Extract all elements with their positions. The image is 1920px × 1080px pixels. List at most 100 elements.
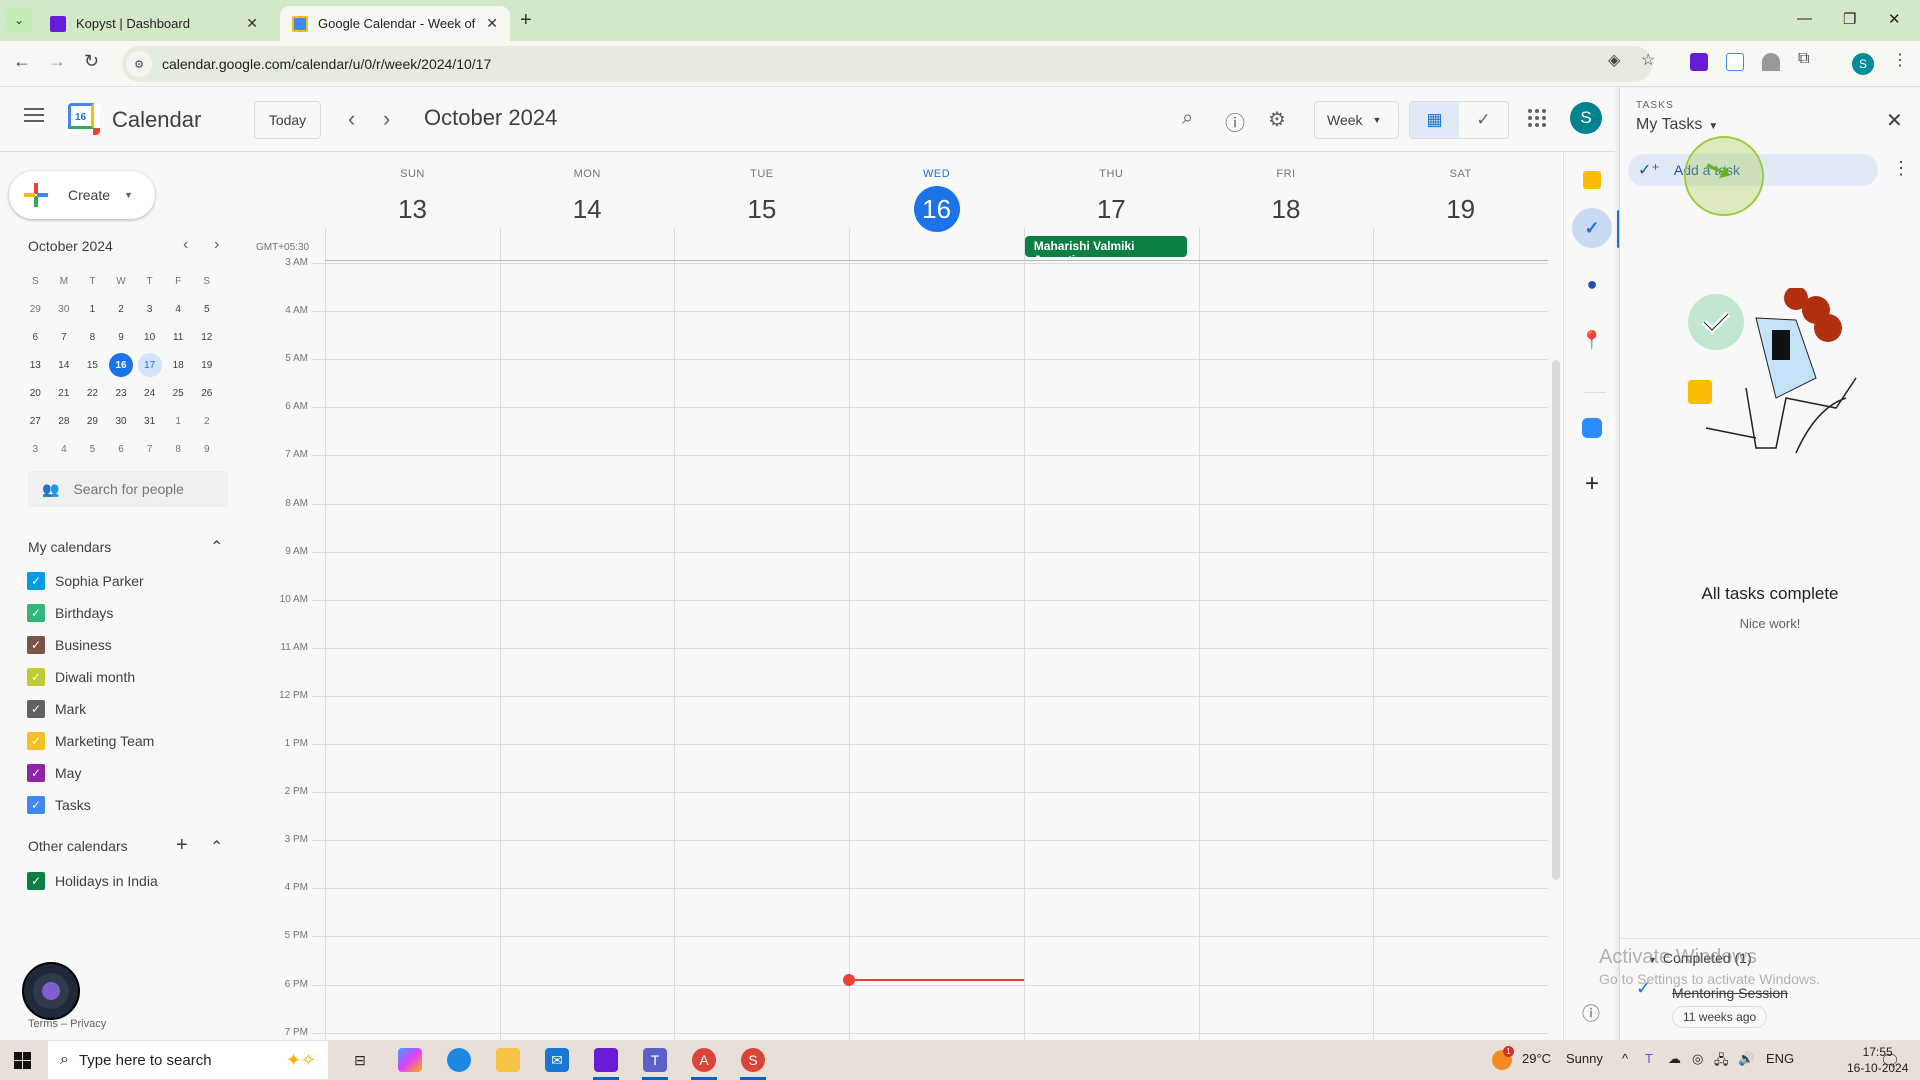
reload-button[interactable]: ↻ [84, 51, 99, 72]
calendar-item[interactable]: ✓ Tasks [27, 796, 91, 814]
mini-calendar-day[interactable]: 11 [164, 325, 193, 349]
calendar-checkbox[interactable]: ✓ [27, 700, 45, 718]
calendar-checkbox[interactable]: ✓ [27, 732, 45, 750]
weather-text[interactable]: Sunny [1566, 1051, 1603, 1066]
mini-calendar-prev-button[interactable]: ‹ [183, 236, 188, 254]
calendar-item[interactable]: ✓ Birthdays [27, 604, 113, 622]
site-info-icon[interactable]: ⚙ [126, 51, 152, 77]
view-switcher[interactable]: Week ▼ [1314, 101, 1399, 139]
tasks-icon[interactable]: ✓ [1572, 208, 1612, 248]
mini-calendar-day[interactable]: 29 [21, 297, 50, 321]
contacts-icon[interactable]: ● [1572, 264, 1612, 304]
kopyst-taskbar-icon[interactable] [594, 1048, 618, 1072]
assistant-bubble-button[interactable] [22, 962, 80, 1020]
day-header-thu[interactable]: THU 17 [1024, 168, 1199, 232]
day-number[interactable]: 14 [564, 186, 610, 232]
maps-icon[interactable]: 📍 [1572, 320, 1612, 360]
mini-calendar-next-button[interactable]: › [214, 236, 219, 254]
previous-week-button[interactable]: ‹ [348, 106, 355, 132]
restore-button[interactable]: ❐ [1843, 10, 1856, 28]
day-header-wed[interactable]: WED 16 [849, 168, 1024, 232]
mini-calendar-day[interactable]: 7 [135, 437, 164, 461]
edge-icon[interactable] [447, 1048, 471, 1072]
task-view-icon[interactable]: ⊟ [348, 1048, 372, 1072]
mini-calendar-day[interactable]: 27 [21, 409, 50, 433]
mini-calendar-day[interactable]: 17 [135, 353, 164, 377]
back-button[interactable]: ← [13, 51, 31, 72]
mini-calendar-day[interactable]: 24 [135, 381, 164, 405]
grid-scrollbar[interactable] [1552, 360, 1560, 880]
zoom-icon[interactable] [1572, 408, 1612, 448]
teams-icon[interactable]: T [643, 1048, 667, 1072]
mini-calendar-day[interactable]: 9 [107, 325, 136, 349]
mini-calendar-day[interactable]: 31 [135, 409, 164, 433]
windows-start-icon[interactable] [14, 1052, 31, 1069]
mini-calendar-day[interactable]: 21 [50, 381, 79, 405]
mini-calendar-day[interactable]: 26 [192, 381, 221, 405]
forward-button[interactable]: → [48, 51, 66, 72]
collapse-chevron-up-icon[interactable]: ⌃ [210, 837, 223, 857]
mini-calendar-day[interactable]: 19 [192, 353, 221, 377]
terms-privacy-link[interactable]: Terms – Privacy [28, 1018, 106, 1030]
mini-calendar-day[interactable]: 25 [164, 381, 193, 405]
other-calendars-heading[interactable]: Other calendars [28, 838, 128, 854]
day-header-mon[interactable]: MON 14 [500, 168, 675, 232]
day-number[interactable]: 17 [1088, 186, 1134, 232]
teams-tray-icon[interactable]: T [1645, 1051, 1653, 1066]
calendar-item[interactable]: ✓ Holidays in India [27, 872, 158, 890]
search-people-input[interactable]: 👥 Search for people [28, 471, 228, 507]
lens-icon[interactable]: ◈ [1608, 50, 1620, 70]
chrome-profile-a-icon[interactable]: A [692, 1048, 716, 1072]
my-calendars-heading[interactable]: My calendars [28, 539, 111, 555]
calendar-logo[interactable]: 16 [68, 103, 100, 135]
minimize-button[interactable]: — [1797, 10, 1812, 27]
tasks-view-icon[interactable]: ✓ [1459, 102, 1508, 138]
mini-calendar-day[interactable]: 7 [50, 325, 79, 349]
mini-calendar-day[interactable]: 1 [164, 409, 193, 433]
mini-calendar-day[interactable]: 2 [192, 409, 221, 433]
camera-icon[interactable]: ◎ [1692, 1051, 1703, 1067]
mini-calendar-day[interactable]: 23 [107, 381, 136, 405]
weather-temp[interactable]: 29°C [1522, 1051, 1551, 1066]
copilot-icon[interactable] [398, 1048, 422, 1072]
week-grid[interactable] [325, 228, 1548, 1040]
day-header-sun[interactable]: SUN 13 [325, 168, 500, 232]
mini-calendar-day[interactable]: 18 [164, 353, 193, 377]
calendar-item[interactable]: ✓ May [27, 764, 81, 782]
main-menu-icon[interactable] [24, 108, 44, 122]
mini-calendar-day[interactable]: 20 [21, 381, 50, 405]
url-text[interactable]: calendar.google.com/calendar/u/0/r/week/… [162, 56, 491, 72]
mini-calendar-day[interactable]: 8 [164, 437, 193, 461]
account-avatar[interactable]: S [1570, 102, 1602, 134]
mini-calendar-day[interactable]: 5 [78, 437, 107, 461]
day-number[interactable]: 15 [739, 186, 785, 232]
mini-calendar-day[interactable]: 8 [78, 325, 107, 349]
settings-gear-icon[interactable]: ⚙ [1268, 107, 1286, 132]
mini-calendar-day[interactable]: 4 [164, 297, 193, 321]
add-icon[interactable]: + [1572, 464, 1612, 504]
close-tab-icon[interactable]: ✕ [246, 15, 258, 32]
file-explorer-icon[interactable] [496, 1048, 520, 1072]
google-apps-icon[interactable] [1528, 109, 1546, 127]
calendar-item[interactable]: ✓ Sophia Parker [27, 572, 144, 590]
mini-calendar-day[interactable]: 9 [192, 437, 221, 461]
notifications-icon[interactable]: 🗨 [1880, 1051, 1900, 1071]
new-tab-button[interactable]: + [520, 9, 532, 32]
info-icon[interactable]: ⓘ [1582, 1000, 1600, 1026]
calendar-checkbox[interactable]: ✓ [27, 872, 45, 890]
mini-calendar-day[interactable]: 5 [192, 297, 221, 321]
day-number[interactable]: 19 [1438, 186, 1484, 232]
mini-calendar-day[interactable]: 4 [50, 437, 79, 461]
calendar-checkbox[interactable]: ✓ [27, 668, 45, 686]
more-options-icon[interactable]: ⋮ [1892, 158, 1910, 179]
completed-task-title[interactable]: Mentoring Session [1672, 985, 1788, 1001]
today-button[interactable]: Today [254, 101, 321, 139]
close-panel-icon[interactable]: ✕ [1886, 108, 1903, 133]
mini-calendar-day[interactable]: 6 [107, 437, 136, 461]
extension-icon[interactable] [1762, 53, 1780, 71]
address-bar[interactable]: ⚙ calendar.google.com/calendar/u/0/r/wee… [122, 46, 1652, 82]
mini-calendar-day[interactable]: 13 [21, 353, 50, 377]
kopyst-extension-icon[interactable] [1690, 53, 1708, 71]
calendar-checkbox[interactable]: ✓ [27, 764, 45, 782]
calendar-item[interactable]: ✓ Business [27, 636, 112, 654]
